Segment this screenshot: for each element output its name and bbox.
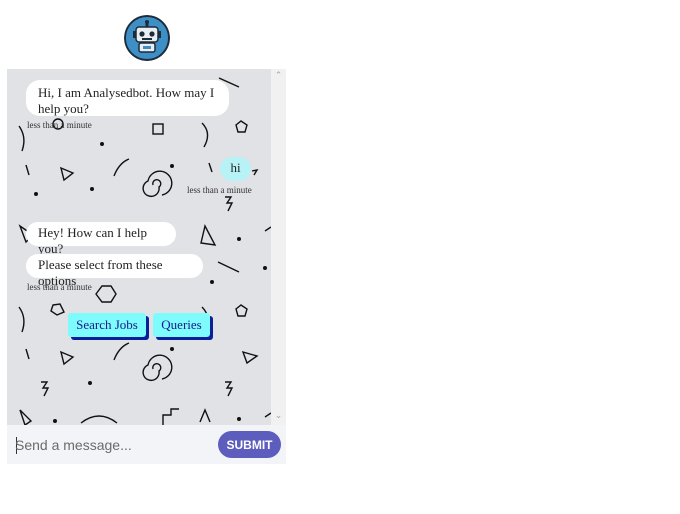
message-input[interactable] — [15, 433, 210, 457]
message-timestamp: less than a minute — [27, 120, 92, 130]
option-queries-button[interactable]: Queries — [153, 313, 210, 337]
message-composer: SUBMIT — [7, 425, 286, 464]
message-list[interactable]: Hi, I am Analysedbot. How may I help you… — [7, 69, 271, 425]
message-timestamp: less than a minute — [187, 185, 252, 195]
message-timestamp: less than a minute — [27, 282, 92, 292]
option-search-jobs-button[interactable]: Search Jobs — [68, 313, 146, 337]
scroll-up-icon[interactable]: ⌃ — [271, 69, 286, 83]
message-text: Hi, I am Analysedbot. How may I help you… — [38, 85, 215, 116]
bot-message: Hi, I am Analysedbot. How may I help you… — [26, 80, 229, 116]
bot-avatar — [124, 15, 170, 61]
robot-icon — [124, 15, 170, 61]
submit-button[interactable]: SUBMIT — [218, 431, 281, 458]
scroll-down-icon[interactable]: ⌄ — [271, 409, 286, 423]
bot-message: Hey! How can I help you? — [26, 222, 176, 256]
chat-window: Hi, I am Analysedbot. How may I help you… — [7, 69, 286, 464]
message-text: hi — [230, 160, 241, 175]
scrollbar[interactable]: ⌃ ⌄ — [271, 69, 286, 425]
bot-message: Please select from these options — [26, 254, 203, 288]
user-message: hi — [220, 157, 251, 181]
scroll-thumb[interactable] — [274, 85, 283, 407]
